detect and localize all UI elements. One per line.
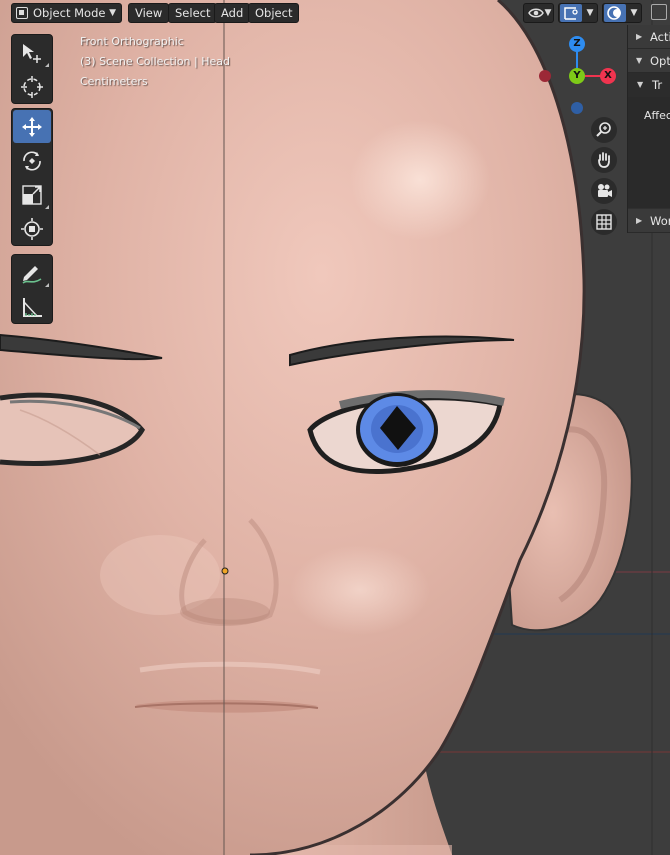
section-label: Acti (650, 30, 670, 44)
select-box-icon (23, 44, 41, 63)
overlays-icon (604, 4, 626, 22)
zoom-icon (596, 122, 611, 137)
subsection-label: Tr (652, 78, 663, 92)
collection-info: (3) Scene Collection | Head (80, 55, 230, 68)
tool-transform[interactable] (13, 212, 51, 245)
tool-rotate[interactable] (13, 144, 51, 177)
tool-options-corner (45, 283, 49, 287)
disclosure-triangle-icon: ▼ (637, 80, 644, 89)
object-origin (221, 567, 229, 575)
toolbar-group-transform (11, 108, 53, 246)
disclosure-triangle-icon: ▶ (636, 32, 643, 41)
scale-icon (22, 185, 42, 205)
tool-cursor[interactable] (13, 70, 51, 103)
tool-annotate[interactable] (13, 256, 51, 289)
zoom-button[interactable] (591, 117, 617, 143)
section-label: Opt (650, 54, 670, 68)
chevron-down-icon: ▼ (109, 8, 116, 18)
x-axis-handle[interactable]: X (600, 68, 616, 84)
grid-icon (596, 214, 612, 230)
forehead-highlight (350, 120, 490, 240)
annotate-icon (22, 266, 42, 284)
view-name: Front Orthographic (80, 35, 184, 48)
section-label: Wor (650, 214, 670, 228)
cheek-highlight (290, 545, 430, 635)
move-icon (22, 117, 42, 137)
tool-options-corner (45, 63, 49, 67)
viewport-scene[interactable] (0, 0, 670, 855)
object-mode-icon (16, 7, 28, 19)
chevron-down-icon: ▼ (630, 8, 638, 18)
menu-view[interactable]: View (128, 3, 170, 23)
y-axis-handle[interactable]: Y (569, 68, 585, 84)
camera-view-button[interactable] (591, 178, 617, 204)
cursor-icon (21, 76, 43, 98)
visibility-dropdown[interactable]: ▼ (523, 3, 554, 23)
affect-only-label: Affect (644, 109, 670, 122)
measure-icon (23, 298, 42, 317)
panel-section-active-tool[interactable]: ▶ Acti (628, 25, 670, 49)
units-label: Centimeters (80, 75, 148, 88)
transform-icon (21, 218, 43, 240)
toolbar-group-select (11, 34, 53, 104)
tool-move[interactable] (13, 110, 51, 143)
tool-measure[interactable] (13, 290, 51, 323)
3d-viewport[interactable]: Object Mode ▼ View Select Add Object ▼ ▼ … (0, 0, 670, 855)
panel-subsection-transform[interactable]: ▼ Tr (628, 73, 670, 97)
menu-select[interactable]: Select (168, 3, 218, 23)
overlay-toggle-group[interactable]: ▼ (602, 3, 642, 23)
pan-button[interactable] (591, 147, 617, 173)
tool-scale[interactable] (13, 178, 51, 211)
chevron-down-icon: ▼ (544, 8, 552, 18)
panel-section-workspace[interactable]: ▶ Wor (628, 209, 670, 233)
camera-icon (598, 184, 612, 197)
rotate-icon (23, 151, 41, 171)
gizmo-icon (560, 4, 582, 22)
panel-section-options[interactable]: ▼ Opt (628, 49, 670, 73)
panel-body: Affect (628, 97, 670, 208)
disclosure-triangle-icon: ▶ (636, 216, 643, 225)
menu-add[interactable]: Add (214, 3, 251, 23)
negative-z-axis[interactable] (571, 102, 583, 114)
disclosure-triangle-icon: ▼ (636, 56, 643, 65)
gizmo-toggle-group[interactable]: ▼ (558, 3, 598, 23)
menu-object[interactable]: Object (248, 3, 300, 23)
mode-label: Object Mode (33, 6, 106, 20)
nose-shadow (180, 598, 270, 626)
toolbar-group-annotate (11, 254, 53, 324)
perspective-toggle-button[interactable] (591, 209, 617, 235)
negative-x-axis[interactable] (539, 70, 551, 82)
mode-dropdown[interactable]: Object Mode ▼ (11, 3, 122, 23)
sidebar-panel: ▶ Acti ▼ Opt ▼ Tr Affect ▶ Wor (627, 25, 670, 233)
hand-pan-icon (598, 152, 610, 168)
tool-select-box[interactable] (13, 36, 51, 69)
sidebar-toggle-icon[interactable] (651, 4, 667, 20)
z-axis-handle[interactable]: Z (569, 36, 585, 52)
tool-options-corner (45, 205, 49, 209)
chevron-down-icon: ▼ (586, 8, 594, 18)
